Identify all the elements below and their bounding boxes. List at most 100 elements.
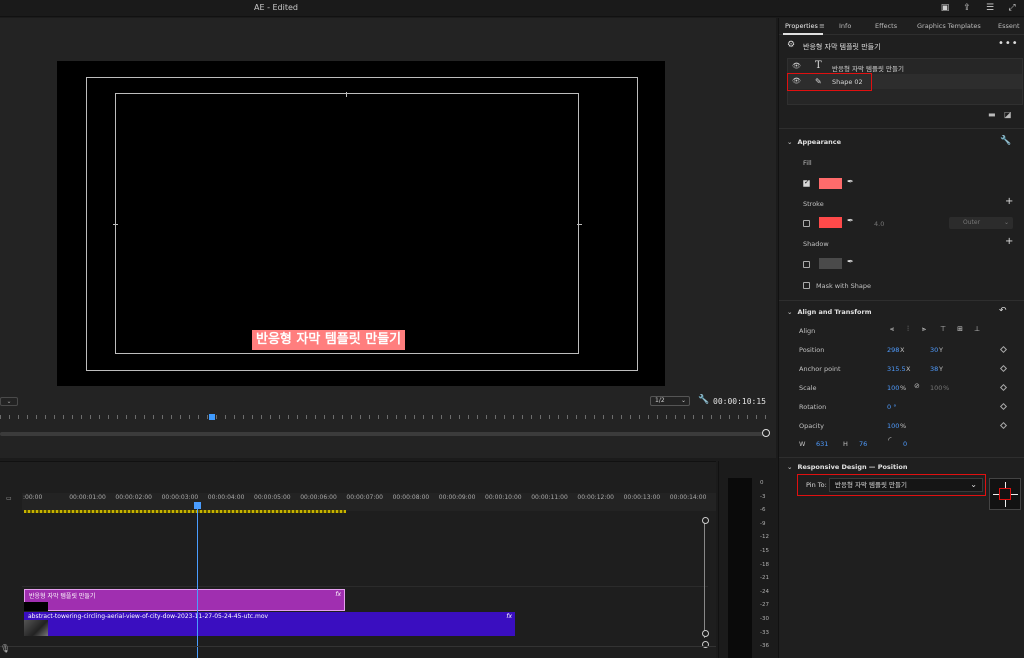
tab-info[interactable]: Info xyxy=(839,22,851,30)
wrench-icon[interactable]: 🔧 xyxy=(698,395,709,405)
workspaces-icon[interactable]: ▣ xyxy=(939,2,951,14)
fill-color-swatch[interactable] xyxy=(819,178,842,189)
resolution-select[interactable]: 1/2 ⌄ xyxy=(650,396,690,406)
db-scale-label: -6 xyxy=(760,507,766,514)
add-stroke-icon[interactable]: + xyxy=(1005,196,1013,207)
title-bar: AE - Edited ▣ ⇪ ☰ ⤢ xyxy=(0,0,1024,17)
eyedropper-icon[interactable]: ✒ xyxy=(847,257,854,266)
vertical-zoom-handle-bottom[interactable] xyxy=(702,630,709,637)
align-center-v-icon[interactable]: ⊞ xyxy=(956,325,964,333)
video-frame[interactable]: 반응형 자막 템플릿 만들기 xyxy=(57,61,665,386)
shadow-color-swatch[interactable] xyxy=(819,258,842,269)
position-x-unit: X xyxy=(900,346,905,354)
caption-track-icon[interactable]: ▭ xyxy=(6,495,12,502)
shadow-checkbox[interactable] xyxy=(803,261,810,268)
window-title: AE - Edited xyxy=(254,3,298,12)
hamburger-icon[interactable]: ≡ xyxy=(819,22,825,30)
pin-to-label: Pin To: xyxy=(806,481,827,489)
ruler-timecode-label: 00:00:14:00 xyxy=(669,494,707,501)
rotation-value[interactable]: 0 ° xyxy=(887,403,896,411)
keyframe-scale-icon[interactable] xyxy=(999,383,1008,392)
stroke-color-swatch[interactable] xyxy=(819,217,842,228)
pin-bottom-edge[interactable] xyxy=(1005,500,1006,507)
align-center-h-icon[interactable]: ⫶ xyxy=(904,325,912,333)
stroke-checkbox[interactable] xyxy=(803,220,810,227)
anchor-y-value[interactable]: 38 xyxy=(930,365,938,373)
new-layer-icon[interactable]: ◪ xyxy=(1004,110,1012,119)
width-value[interactable]: 631 xyxy=(816,440,828,448)
settings-sliders-icon[interactable]: ☰ xyxy=(984,2,996,14)
folder-icon[interactable]: ▬ xyxy=(988,110,996,119)
align-right-icon[interactable]: ⫸ xyxy=(920,325,928,333)
ruler-timecode-label: :00:00 xyxy=(23,494,43,501)
keyframe-rotation-icon[interactable] xyxy=(999,402,1008,411)
responsive-design-header[interactable]: ⌄ Responsive Design — Position xyxy=(787,463,907,471)
keyframe-opacity-icon[interactable] xyxy=(999,421,1008,430)
scale-label: Scale xyxy=(799,384,817,392)
monitor-time-ruler[interactable] xyxy=(0,415,766,419)
align-left-icon[interactable]: ⫷ xyxy=(888,325,896,333)
wrench-icon[interactable]: 🔧 xyxy=(1000,136,1011,146)
tab-graphics-templates[interactable]: Graphics Templates xyxy=(917,22,981,30)
zoom-dropdown[interactable]: ⌄ xyxy=(0,397,18,406)
eyedropper-icon[interactable]: ✒ xyxy=(847,216,854,225)
height-value[interactable]: 76 xyxy=(859,440,867,448)
mask-checkbox[interactable] xyxy=(803,282,810,289)
fullscreen-icon[interactable]: ⤢ xyxy=(1006,2,1018,14)
caption-text-graphic[interactable]: 반응형 자막 템플릿 만들기 xyxy=(252,330,406,350)
align-top-icon[interactable]: ⊤ xyxy=(939,325,947,333)
tab-effects[interactable]: Effects xyxy=(875,22,897,30)
zoom-scroll-handle[interactable] xyxy=(762,429,770,437)
vertical-zoom-bar[interactable] xyxy=(704,518,709,638)
pin-to-select[interactable]: 반응형 자막 템플릿 만들기 ⌄ xyxy=(829,478,983,492)
more-options-icon[interactable]: ••• xyxy=(998,38,1019,49)
work-area-bar[interactable] xyxy=(24,510,346,513)
zoom-scroll-bar[interactable] xyxy=(0,432,766,436)
pin-edges-widget[interactable] xyxy=(989,478,1021,510)
audio-track-area xyxy=(0,646,716,658)
position-y-value[interactable]: 30 xyxy=(930,346,938,354)
monitor-playhead[interactable] xyxy=(209,414,215,420)
vertical-zoom-handle-top[interactable] xyxy=(702,517,709,524)
anchor-x-value[interactable]: 315.5 xyxy=(887,365,906,373)
guide-tick-top xyxy=(346,92,347,97)
corner-radius-value[interactable]: 0 xyxy=(903,440,907,448)
ruler-timecode-label: 00:00:11:00 xyxy=(531,494,568,501)
layer-row-text[interactable]: 👁 T 반응형 자막 템플릿 만들기 xyxy=(788,59,1022,74)
eyedropper-icon[interactable]: ✒ xyxy=(847,177,854,186)
scale-value[interactable]: 100 xyxy=(887,384,899,392)
link-icon[interactable]: ⊘ xyxy=(914,382,920,390)
timeline-playhead-line[interactable] xyxy=(197,504,198,658)
ruler-timecode-label: 00:00:08:00 xyxy=(392,494,430,501)
align-bottom-icon[interactable]: ⊥ xyxy=(973,325,981,333)
align-transform-header[interactable]: ⌄ Align and Transform xyxy=(787,308,872,316)
eye-icon[interactable]: 👁 xyxy=(792,62,801,70)
program-monitor: 반응형 자막 템플릿 만들기 ⌄ 1/2 ⌄ 🔧 00:00:10:15 ⬟ {… xyxy=(0,18,776,472)
anchor-point-label: Anchor point xyxy=(799,365,841,373)
appearance-header[interactable]: ⌄ Appearance xyxy=(787,138,841,146)
tab-properties[interactable]: Properties xyxy=(785,22,818,30)
chevron-down-icon: ⌄ xyxy=(787,138,793,146)
graphic-icon: ⚙ xyxy=(787,40,796,50)
timeline-playhead-handle[interactable] xyxy=(194,502,201,509)
add-shadow-icon[interactable]: + xyxy=(1005,236,1013,247)
microphone-icon[interactable]: 🎙 xyxy=(0,644,10,653)
stroke-style-select[interactable]: Outer ⌄ xyxy=(949,217,1013,229)
keyframe-position-icon[interactable] xyxy=(999,345,1008,354)
db-scale-label: -33 xyxy=(760,629,769,636)
share-icon[interactable]: ⇪ xyxy=(961,2,973,14)
video-clip[interactable]: abstract-towering-circling-aerial-view-o… xyxy=(24,612,515,636)
pin-right-edge[interactable] xyxy=(1011,494,1018,495)
pin-center[interactable] xyxy=(999,488,1011,500)
opacity-value[interactable]: 100 xyxy=(887,422,899,430)
title-clip[interactable]: 반응형 자막 템플릿 만들기 fx xyxy=(24,589,345,611)
stroke-width-value[interactable]: 4.0 xyxy=(874,220,884,228)
section-divider xyxy=(779,300,1024,301)
position-x-value[interactable]: 298 xyxy=(887,346,899,354)
fill-checkbox[interactable] xyxy=(803,178,810,187)
position-y-unit: Y xyxy=(939,346,943,354)
fx-badge: fx xyxy=(506,613,512,620)
keyframe-anchor-icon[interactable] xyxy=(999,364,1008,373)
tab-essential[interactable]: Essent xyxy=(998,22,1020,30)
reset-icon[interactable]: ↶ xyxy=(999,306,1007,316)
